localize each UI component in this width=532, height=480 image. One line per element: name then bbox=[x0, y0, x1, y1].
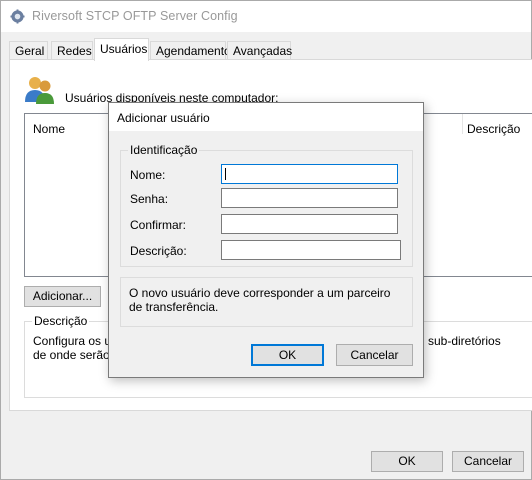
nome-field[interactable] bbox=[221, 164, 398, 184]
dialog-ok-button[interactable]: OK bbox=[251, 344, 324, 366]
descricao-field[interactable] bbox=[221, 240, 401, 260]
tab-geral[interactable]: Geral bbox=[9, 41, 48, 60]
identification-group-label: Identificação bbox=[128, 143, 200, 157]
text-caret bbox=[225, 168, 226, 180]
column-separator[interactable] bbox=[462, 114, 463, 134]
info-text: O novo usuário deve corresponder a um pa… bbox=[129, 286, 391, 314]
tab-redes[interactable]: Redes bbox=[51, 41, 93, 60]
cancel-button[interactable]: Cancelar bbox=[452, 451, 524, 472]
senha-field[interactable] bbox=[221, 188, 398, 208]
tab-usuarios[interactable]: Usuários bbox=[94, 38, 149, 61]
confirmar-label: Confirmar: bbox=[130, 218, 187, 232]
senha-label: Senha: bbox=[130, 192, 169, 206]
dialog-cancel-button[interactable]: Cancelar bbox=[336, 344, 413, 366]
tab-agendamento[interactable]: Agendamento bbox=[150, 41, 231, 60]
column-header-descricao[interactable]: Descrição bbox=[467, 122, 520, 136]
gear-icon bbox=[10, 9, 25, 24]
add-user-dialog: Adicionar usuário Identificação Nome: Se… bbox=[108, 102, 424, 378]
dialog-title-bar[interactable]: Adicionar usuário bbox=[109, 103, 423, 131]
tab-avancadas[interactable]: Avançadas bbox=[227, 41, 292, 60]
window-title: Riversoft STCP OFTP Server Config bbox=[32, 9, 238, 23]
column-header-nome[interactable]: Nome bbox=[33, 122, 65, 136]
ok-button[interactable]: OK bbox=[371, 451, 443, 472]
users-icon bbox=[25, 77, 54, 104]
descricao-label: Descrição: bbox=[130, 244, 187, 258]
add-user-button[interactable]: Adicionar... bbox=[24, 286, 101, 307]
description-text-right: sub-diretórios bbox=[428, 334, 501, 348]
title-bar[interactable]: Riversoft STCP OFTP Server Config bbox=[1, 1, 531, 32]
nome-label: Nome: bbox=[130, 168, 166, 182]
info-box: O novo usuário deve corresponder a um pa… bbox=[120, 277, 413, 327]
dialog-title: Adicionar usuário bbox=[117, 111, 210, 125]
description-group-label: Descrição bbox=[32, 314, 90, 328]
confirmar-field[interactable] bbox=[221, 214, 398, 234]
